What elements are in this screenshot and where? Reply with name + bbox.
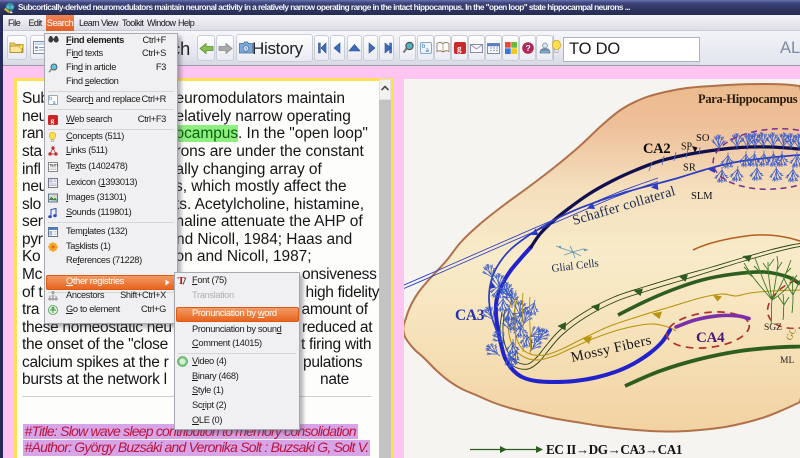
svg-text:CA3: CA3 [455, 307, 485, 324]
svg-text:ML: ML [780, 356, 794, 366]
svg-text:SO: SO [696, 133, 710, 144]
svg-text:EC II→DG→CA3→CA1: EC II→DG→CA3→CA1 [546, 442, 682, 457]
svg-text:SP: SP [681, 142, 693, 153]
svg-text:Para-Hippocampus: Para-Hippocampus [698, 92, 798, 106]
svg-text:CA4: CA4 [696, 330, 725, 346]
svg-text:g: g [457, 44, 462, 54]
svg-text:SR: SR [683, 163, 696, 174]
svg-text:?: ? [526, 43, 531, 53]
svg-text:SGZ: SGZ [764, 323, 782, 333]
svg-text:g: g [51, 116, 55, 125]
svg-text:CA2: CA2 [643, 141, 670, 157]
svg-text:b: b [49, 96, 52, 102]
svg-text:a: a [53, 100, 56, 105]
svg-text:TEXT: TEXT [49, 163, 58, 167]
svg-text:SLM: SLM [691, 191, 713, 202]
